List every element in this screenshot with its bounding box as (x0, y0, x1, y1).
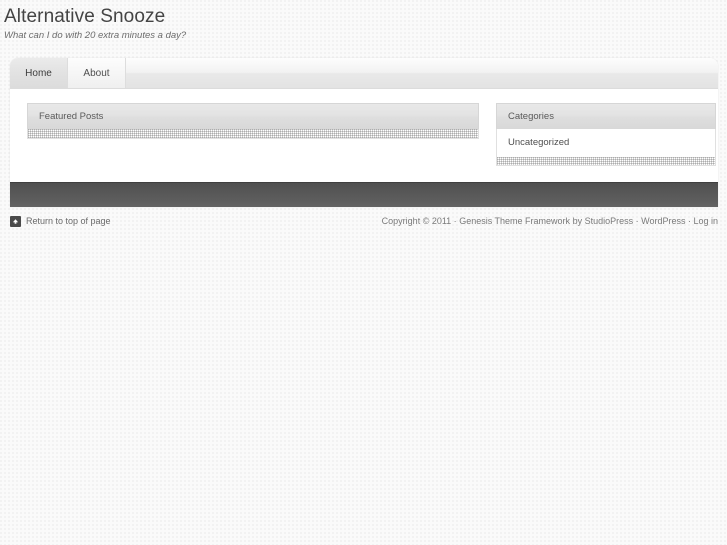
dotted-divider (28, 129, 478, 138)
login-link[interactable]: Log in (693, 216, 718, 226)
primary-navigation: Home About (10, 58, 718, 89)
dotted-divider (497, 157, 715, 165)
nav-item-home[interactable]: Home (10, 58, 68, 88)
widget-body: Uncategorized (496, 129, 716, 166)
credits-separator: · (633, 216, 642, 226)
main-content: Featured Posts (27, 103, 479, 149)
widget-title: Featured Posts (27, 103, 479, 129)
footer-credits: Copyright © 2011 · Genesis Theme Framewo… (382, 215, 718, 227)
back-to-top-link[interactable]: Return to top of page (10, 215, 111, 227)
content-sidebar-wrap: Featured Posts Categories Uncategorized (10, 89, 718, 176)
widget-featured-posts: Featured Posts (27, 103, 479, 139)
site-tagline: What can I do with 20 extra minutes a da… (4, 30, 187, 41)
site-title[interactable]: Alternative Snooze (4, 5, 727, 29)
credits-studiopress-link[interactable]: StudioPress (585, 216, 634, 226)
nav-item-label: About (83, 67, 110, 79)
credits-genesis-link[interactable]: Genesis Theme Framework (459, 216, 570, 226)
widget-categories: Categories Uncategorized (496, 103, 716, 166)
nav-item-about[interactable]: About (68, 58, 126, 88)
widget-body (27, 129, 479, 139)
footer-widget-bar (10, 182, 718, 207)
widget-title: Categories (496, 103, 716, 129)
back-to-top-label: Return to top of page (26, 216, 111, 226)
nav-item-label: Home (25, 67, 52, 79)
credits-copyright: Copyright © 2011 · (381, 216, 460, 226)
site-footer: Return to top of page Copyright © 2011 ·… (10, 215, 718, 227)
primary-sidebar: Categories Uncategorized (496, 103, 716, 176)
site-wrapper: Home About Featured Posts Categories Unc… (10, 58, 718, 207)
arrow-up-icon (10, 215, 21, 227)
category-link-uncategorized[interactable]: Uncategorized (497, 129, 715, 157)
credits-wordpress-link[interactable]: WordPress (641, 216, 685, 226)
site-header: Alternative Snooze What can I do with 20… (0, 0, 727, 52)
credits-by: by (570, 216, 585, 226)
